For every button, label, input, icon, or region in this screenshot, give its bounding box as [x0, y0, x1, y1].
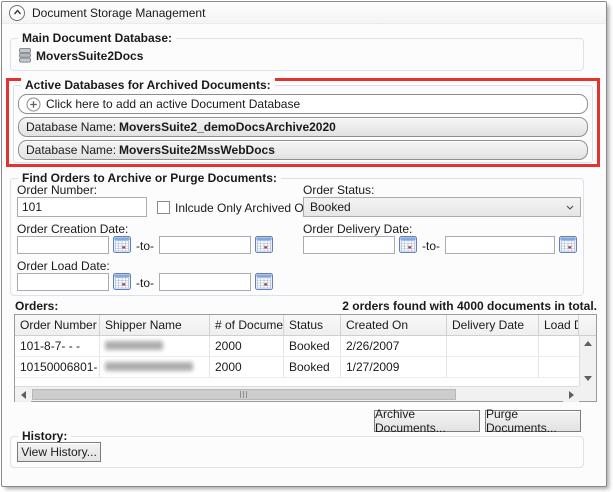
calendar-icon[interactable]	[255, 236, 273, 253]
chevron-up-icon	[12, 7, 23, 18]
database-name: MoversSuite2_demoDocsArchive2020	[119, 120, 336, 134]
scroll-right-button[interactable]	[563, 387, 579, 402]
cell-created-on: 2/26/2007	[341, 336, 447, 356]
column-header[interactable]: Status	[284, 315, 341, 335]
archive-documents-button[interactable]: Archive Documents...	[374, 410, 480, 432]
order-number-input[interactable]	[17, 197, 147, 217]
active-databases-group: Active Databases for Archived Documents:…	[13, 85, 593, 163]
column-header[interactable]: Created On	[341, 315, 447, 335]
cell-created-on: 1/27/2009	[341, 357, 447, 377]
purge-documents-button[interactable]: Purge Documents...	[485, 410, 581, 432]
cell-order-number: 10150006801- - -	[15, 357, 100, 377]
orders-label: Orders:	[15, 299, 58, 313]
database-row-prefix: Database Name:	[26, 143, 116, 157]
cell-delivery-date	[447, 357, 539, 377]
cell-documents: 2000	[210, 336, 284, 356]
history-group: History: View History...	[10, 436, 584, 468]
arrow-right-icon	[569, 391, 574, 399]
cell-load-date	[539, 357, 579, 377]
purge-documents-label: Purge Documents...	[486, 407, 580, 435]
cell-documents: 2000	[210, 357, 284, 377]
document-storage-management-window: Document Storage Management Main Documen…	[1, 1, 607, 487]
add-database-label: Click here to add an active Document Dat…	[46, 97, 300, 111]
delivery-date-label: Order Delivery Date:	[303, 222, 412, 236]
find-orders-group: Find Orders to Archive or Purge Document…	[10, 178, 584, 296]
plus-circle-icon	[26, 97, 41, 112]
scroll-left-button[interactable]	[15, 387, 31, 402]
active-databases-group-label: Active Databases for Archived Documents:	[21, 78, 275, 92]
scrollbar-corner	[579, 386, 596, 401]
calendar-icon[interactable]	[255, 273, 273, 290]
calendar-icon[interactable]	[113, 236, 131, 253]
scrollbar-thumb[interactable]	[32, 389, 456, 400]
database-row-prefix: Database Name:	[26, 120, 116, 134]
order-number-label: Order Number:	[17, 183, 97, 197]
view-history-button[interactable]: View History...	[17, 442, 101, 462]
archive-documents-label: Archive Documents...	[375, 407, 479, 435]
cell-order-number: 101-8-7- - -	[15, 336, 100, 356]
load-date-to-input[interactable]	[159, 273, 251, 291]
shipper-name-redacted	[105, 362, 193, 371]
arrow-left-icon	[21, 391, 26, 399]
calendar-icon[interactable]	[399, 236, 417, 253]
cell-shipper-name	[100, 357, 210, 377]
load-date-label: Order Load Date:	[17, 259, 110, 273]
arrow-up-icon	[584, 341, 592, 346]
column-header[interactable]: # of Documents	[210, 315, 284, 335]
main-database-group: Main Document Database: MoversSuite2Docs	[10, 38, 584, 71]
orders-summary: 2 orders found with 4000 documents in to…	[297, 299, 597, 313]
column-header[interactable]: Order Number	[15, 315, 100, 335]
calendar-icon[interactable]	[113, 273, 131, 290]
thumb-grip-icon	[240, 391, 248, 398]
column-header[interactable]: Shipper Name	[100, 315, 210, 335]
order-status-value: Booked	[310, 200, 351, 214]
column-header[interactable]: Delivery Date	[447, 315, 539, 335]
delivery-date-to-input[interactable]	[445, 236, 555, 254]
cell-status: Booked	[284, 357, 341, 377]
vertical-scrollbar[interactable]	[579, 336, 596, 386]
history-group-label: History:	[18, 429, 71, 443]
orders-table: Order Number Shipper Name # of Documents…	[14, 314, 597, 402]
table-row[interactable]: 10150006801- - - 2000 Booked 1/27/2009	[15, 357, 579, 378]
table-row[interactable]: 101-8-7- - - 2000 Booked 2/26/2007	[15, 336, 579, 357]
calendar-icon[interactable]	[559, 236, 577, 253]
to-separator: -to-	[134, 237, 156, 255]
to-separator: -to-	[420, 237, 442, 255]
cell-delivery-date	[447, 336, 539, 356]
cell-status: Booked	[284, 336, 341, 356]
main-database-group-label: Main Document Database:	[18, 31, 176, 45]
arrow-down-icon	[584, 376, 592, 381]
creation-date-from-input[interactable]	[17, 236, 109, 254]
scroll-down-button[interactable]	[580, 371, 596, 386]
to-separator: -to-	[134, 274, 156, 292]
database-icon	[19, 48, 31, 63]
cell-shipper-name	[100, 336, 210, 356]
scroll-up-button[interactable]	[580, 336, 596, 351]
cell-load-date	[539, 336, 579, 356]
include-archived-checkbox[interactable]	[157, 201, 170, 214]
collapse-button[interactable]	[9, 5, 25, 21]
table-header-row: Order Number Shipper Name # of Documents…	[15, 315, 596, 336]
creation-date-label: Order Creation Date:	[17, 222, 128, 236]
database-row[interactable]: Database Name: MoversSuite2MssWebDocs	[18, 140, 588, 160]
creation-date-to-input[interactable]	[159, 236, 251, 254]
column-header[interactable]: Load D	[539, 315, 579, 335]
add-database-button[interactable]: Click here to add an active Document Dat…	[18, 94, 588, 114]
load-date-from-input[interactable]	[17, 273, 109, 291]
delivery-date-from-input[interactable]	[303, 236, 395, 254]
database-name: MoversSuite2MssWebDocs	[119, 143, 275, 157]
order-status-label: Order Status:	[303, 183, 374, 197]
window-title: Document Storage Management	[32, 6, 205, 20]
horizontal-scrollbar[interactable]	[15, 386, 579, 401]
shipper-name-redacted	[105, 341, 163, 350]
main-database-name: MoversSuite2Docs	[36, 49, 143, 63]
database-row[interactable]: Database Name: MoversSuite2_demoDocsArch…	[18, 117, 588, 137]
expander-header: Document Storage Management	[2, 2, 606, 24]
chevron-down-icon	[566, 205, 574, 210]
order-status-dropdown[interactable]: Booked	[303, 197, 581, 217]
view-history-label: View History...	[21, 445, 97, 459]
